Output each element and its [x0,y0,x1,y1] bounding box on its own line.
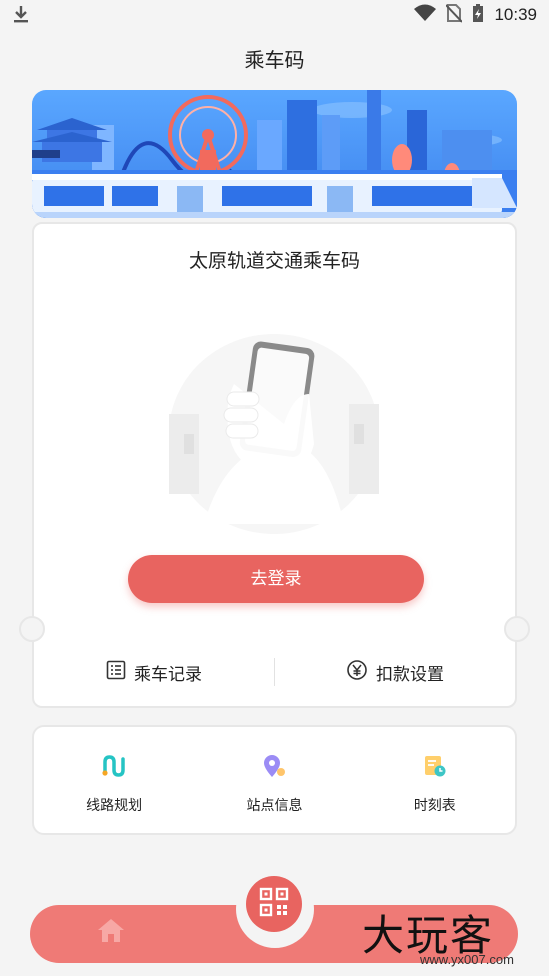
ride-records-button[interactable]: 乘车记录 [34,660,274,685]
station-info-label: 站点信息 [246,798,303,814]
timetable-label: 时刻表 [413,798,456,814]
phone-in-hand-illustration [164,324,384,538]
card-actions: 乘车记录 扣款设置 [34,654,515,690]
banner-image [32,90,517,218]
ride-records-label: 乘车记录 [134,664,202,685]
payment-settings-label: 扣款设置 [376,664,444,685]
location-pin-icon [261,753,287,783]
card-title: 太原轨道交通乘车码 [188,250,360,272]
login-button[interactable]: 去登录 [128,555,424,603]
yuan-cycle-icon [346,659,368,686]
no-sim-icon [445,3,464,27]
station-info-button[interactable]: 站点信息 [194,727,354,833]
ticket-notch-left [19,616,45,642]
timetable-button[interactable]: 时刻表 [355,727,515,833]
ticket-notch-right [504,616,530,642]
wifi-icon [414,4,437,26]
qr-code-button[interactable] [246,876,302,932]
qr-code-icon [259,887,289,921]
status-time: 10:39 [494,5,537,24]
city-train-illustration [32,90,517,218]
home-tab[interactable] [96,916,126,948]
ride-code-card: 太原轨道交通乘车码 去登录 乘车记录 扣款设置 [19,222,530,708]
route-planning-label: 线路规划 [86,798,143,814]
watermark-url: www.yx007.com [420,952,514,967]
download-icon [12,6,30,28]
services-card: 线路规划 站点信息 时刻表 [32,725,517,835]
payment-settings-button[interactable]: 扣款设置 [275,659,515,686]
list-icon [106,660,126,685]
status-bar: 10:39 [0,0,549,30]
battery-charging-icon [472,3,484,27]
route-icon [101,753,127,783]
home-icon [96,919,126,948]
timetable-icon [422,753,448,783]
route-planning-button[interactable]: 线路规划 [34,727,194,833]
page-title: 乘车码 [244,48,305,72]
